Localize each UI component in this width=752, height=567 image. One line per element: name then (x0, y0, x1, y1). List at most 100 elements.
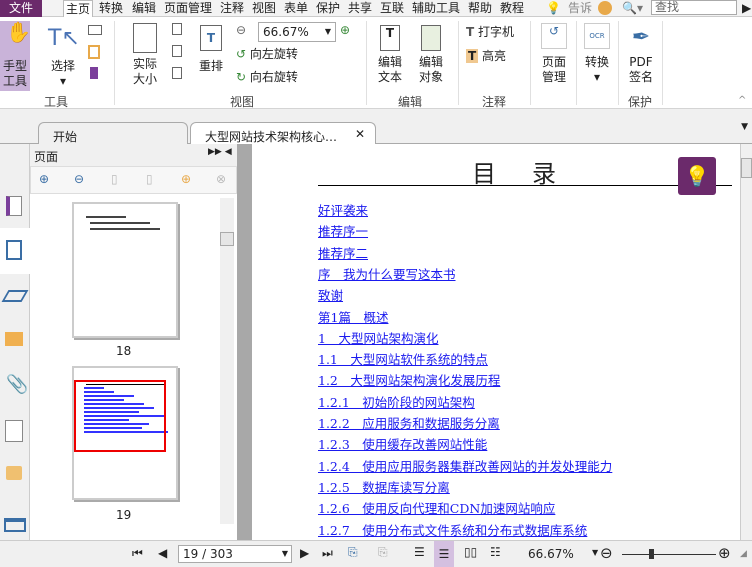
status-zoom-value[interactable]: 66.67% (528, 547, 574, 561)
status-zoom-in-icon[interactable]: ⊕ (718, 544, 731, 562)
toc-link[interactable]: 1.2.6 使用反向代理和CDN加速网站响应 (318, 498, 555, 517)
continuous-facing-icon[interactable]: ☷ (490, 545, 501, 559)
toc-link[interactable]: 1.2.5 数据库读写分离 (318, 477, 450, 496)
tab-document[interactable]: 大型网站技术架构核心… ✕ (190, 122, 376, 144)
tab-list-icon[interactable]: ▼ (741, 122, 748, 132)
menu-edit[interactable]: 编辑 (132, 0, 156, 17)
current-view-rect[interactable] (74, 380, 166, 452)
document-scrollbar[interactable] (740, 144, 752, 540)
convert-button[interactable]: OCR 转换 ▾ (580, 23, 614, 85)
zoom-in-icon[interactable]: ⊕ (340, 23, 350, 37)
previous-view-icon[interactable]: ⎘ (348, 545, 358, 560)
toc-link[interactable]: 1 大型网站架构演化 (318, 328, 438, 347)
extract-page-icon[interactable]: ▯ (111, 172, 118, 186)
tips-lightbulb-button[interactable]: 💡 (678, 157, 716, 195)
zoom-in-thumb-icon[interactable]: ⊕ (39, 172, 49, 186)
toc-link[interactable]: 第1篇 概述 (318, 307, 388, 326)
toc-link[interactable]: 致谢 (318, 285, 343, 304)
thumbnail-page-19[interactable] (72, 366, 178, 500)
content-icon[interactable] (4, 518, 26, 532)
next-page-icon[interactable]: ▶ (300, 546, 309, 560)
security-lock-icon[interactable] (6, 466, 22, 480)
zoom-dropdown-icon[interactable]: ▼ (592, 548, 598, 557)
hand-tool-button[interactable]: ✋ 手型工具 (0, 21, 31, 91)
reflow-button[interactable]: T 重排 (196, 25, 226, 74)
toc-link[interactable]: 1.2.4 使用应用服务器集群改善网站的并发处理能力 (318, 456, 612, 475)
zoom-select[interactable]: 66.67% ▼ (258, 22, 336, 42)
comments-icon[interactable] (5, 332, 23, 346)
clipboard-icon[interactable] (88, 45, 100, 59)
toc-link[interactable]: 1.2.7 使用分布式文件系统和分布式数据库系统 (318, 520, 587, 539)
pdf-sign-button[interactable]: ✒ PDF签名 (624, 25, 658, 85)
thumbnail-scrollbar[interactable] (220, 198, 234, 524)
toc-link[interactable]: 1.2.3 使用缓存改善网站性能 (318, 434, 487, 453)
edit-text-button[interactable]: T 编辑文本 (374, 25, 406, 85)
pages-panel-button[interactable] (0, 228, 30, 274)
status-zoom-out-icon[interactable]: ⊖ (600, 544, 613, 562)
page-number-input[interactable]: 19 / 303 ▼ (178, 545, 292, 563)
snapshot-icon[interactable] (88, 25, 102, 35)
delete-page-icon[interactable]: ⊗ (216, 172, 226, 186)
menu-view[interactable]: 视图 (252, 0, 276, 17)
toc-link[interactable]: 推荐序一 (318, 221, 368, 240)
bookmark-icon[interactable] (90, 67, 98, 79)
search-go-icon[interactable]: ▶ (742, 0, 751, 17)
menu-page-manage[interactable]: 页面管理 (164, 0, 212, 17)
collapse-ribbon-icon[interactable]: ^ (738, 95, 746, 106)
menu-file[interactable]: 文件 (0, 0, 42, 17)
layers-icon[interactable] (1, 290, 29, 302)
facing-page-icon[interactable]: ▯▯ (464, 545, 477, 559)
rotate-left-button[interactable]: ↺ 向左旋转 (236, 45, 298, 62)
fit-width-icon[interactable] (172, 45, 182, 57)
toc-link[interactable]: 序 我为什么要写这本书 (318, 264, 456, 283)
resize-grip-icon[interactable]: ◢ (740, 549, 747, 559)
actual-size-button[interactable]: 实际大小 (128, 23, 162, 87)
close-tab-icon[interactable]: ✕ (355, 127, 365, 141)
menu-accessibility[interactable]: 辅助工具 (412, 0, 460, 17)
zoom-slider-thumb[interactable] (649, 549, 654, 559)
thumbnail-page-18[interactable] (72, 202, 178, 338)
expand-panel-icon[interactable]: ▶▶ ◀ (208, 147, 232, 157)
insert-page-icon[interactable]: ⊕ (181, 172, 191, 186)
typewriter-button[interactable]: T 打字机 (466, 23, 514, 40)
menu-comment[interactable]: 注释 (220, 0, 244, 17)
fit-page-icon[interactable] (172, 23, 182, 35)
prev-page-icon[interactable]: ◀ (158, 546, 167, 560)
toc-link[interactable]: 好评袭来 (318, 200, 368, 219)
toc-link[interactable]: 1.2.2 应用服务和数据服务分离 (318, 413, 500, 432)
menu-share[interactable]: 共享 (348, 0, 372, 17)
fit-visible-icon[interactable] (172, 67, 182, 79)
bookmarks-icon[interactable] (6, 196, 22, 216)
panel-splitter[interactable] (237, 144, 252, 540)
highlight-button[interactable]: T 高亮 (466, 47, 506, 64)
single-page-icon[interactable]: ☰ (414, 545, 425, 559)
menu-connect[interactable]: 互联 (380, 0, 404, 17)
heart-icon[interactable] (598, 1, 612, 15)
menu-convert[interactable]: 转换 (99, 0, 123, 17)
search-input[interactable]: 查找 (651, 0, 737, 15)
menu-protect[interactable]: 保护 (316, 0, 340, 17)
toc-link[interactable]: 1.2 大型网站架构演化发展历程 (318, 370, 500, 389)
search-options-icon[interactable]: 🔍▾ (622, 0, 643, 17)
toc-link[interactable]: 1.2.1 初始阶段的网站架构 (318, 392, 475, 411)
first-page-icon[interactable]: ⏮ (132, 546, 143, 561)
zoom-slider[interactable] (622, 549, 716, 559)
lightbulb-icon[interactable]: 💡 (546, 0, 561, 17)
menu-home[interactable]: 主页 (63, 0, 94, 17)
toc-link[interactable]: 推荐序二 (318, 243, 368, 262)
menu-form[interactable]: 表单 (284, 0, 308, 17)
last-page-icon[interactable]: ⏭ (322, 546, 333, 561)
attachments-icon[interactable]: 📎 (6, 374, 28, 395)
toc-link[interactable]: 1.1 大型网站软件系统的特点 (318, 349, 488, 368)
continuous-page-icon[interactable]: ☰ (434, 541, 454, 567)
next-view-icon[interactable]: ⎘ (378, 545, 388, 560)
replace-page-icon[interactable]: ▯ (146, 172, 153, 186)
menu-help[interactable]: 帮助 (468, 0, 492, 17)
select-tool-button[interactable]: T↖ 选择 ▾ (48, 25, 80, 89)
signatures-icon[interactable] (5, 420, 23, 442)
page-manage-button[interactable]: ↺ 页面管理 (536, 23, 572, 85)
edit-object-button[interactable]: 编辑对象 (414, 25, 448, 85)
zoom-out-icon[interactable]: ⊖ (236, 23, 246, 37)
tell-me[interactable]: 告诉 (568, 0, 592, 17)
zoom-out-thumb-icon[interactable]: ⊖ (74, 172, 84, 186)
